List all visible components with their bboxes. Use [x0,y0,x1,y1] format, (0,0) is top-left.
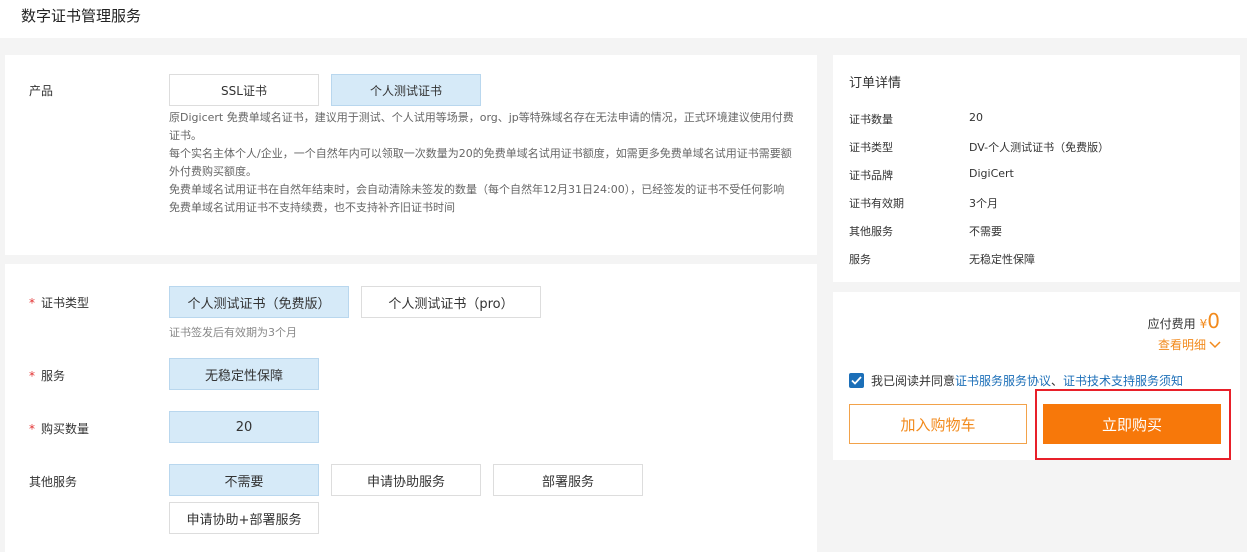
view-details-link[interactable]: 查看明细 [1158,336,1221,353]
required-mark: * [29,422,35,436]
order-row-label: 证书有效期 [849,197,904,210]
product-description: 原Digicert 免费单域名证书，建议用于测试、个人试用等场景，org、jp等… [169,109,794,217]
description-line: 原Digicert 免费单域名证书，建议用于测试、个人试用等场景，org、jp等… [169,111,794,142]
service-agreement-link[interactable]: 证书服务服务协议 [955,372,1051,389]
order-details-title: 订单详情 [849,76,902,91]
product-label: 产品 [29,84,54,98]
order-row-label: 其他服务 [849,225,893,238]
quantity-field[interactable]: 20 [169,411,319,443]
order-row-value: 20 [969,111,983,124]
fee-label: 应付费用 [1147,317,1196,331]
other-service-option-assist-deploy[interactable]: 申请协助+部署服务 [169,502,319,534]
other-service-option-none[interactable]: 不需要 [169,464,319,496]
service-label: * 服务 [29,367,65,384]
quantity-label-text: 购买数量 [41,422,90,436]
order-row-value: 无稳定性保障 [969,253,1035,266]
view-details-text: 查看明细 [1157,338,1206,352]
product-option-personal-test[interactable]: 个人测试证书 [331,74,481,106]
cert-type-hint: 证书签发后有效期为3个月 [169,326,297,339]
fee-amount: 0 [1207,309,1220,333]
required-mark: * [29,296,35,310]
cert-type-option-pro[interactable]: 个人测试证书（pro） [361,286,541,318]
cert-type-option-free[interactable]: 个人测试证书（免费版） [169,286,349,318]
other-service-option-deploy[interactable]: 部署服务 [493,464,643,496]
agreement-separator: 、 [1051,374,1064,388]
top-bar: 数字证书管理服务 [0,0,1247,38]
quantity-label: * 购买数量 [29,420,89,437]
other-services-label: 其他服务 [29,475,78,489]
order-row-value: DV-个人测试证书（免费版） [969,141,1110,154]
order-row-label: 证书品牌 [849,169,893,182]
service-option-no-guarantee[interactable]: 无稳定性保障 [169,358,319,390]
description-line: 免费单域名试用证书不支持续费，也不支持补齐旧证书时间 [169,201,455,214]
order-row-label: 证书类型 [849,141,893,154]
required-mark: * [29,369,35,383]
other-service-option-apply-assist[interactable]: 申请协助服务 [331,464,481,496]
service-label-text: 服务 [41,369,66,383]
order-row-value: 3个月 [969,197,998,210]
chevron-down-icon [1209,340,1221,348]
add-to-cart-button[interactable]: 加入购物车 [849,404,1027,444]
agreement-prefix: 我已阅读并同意 [871,374,956,388]
currency-symbol: ¥ [1199,317,1208,331]
fee-display: 应付费用 ¥ 0 [1148,309,1220,333]
description-line: 免费单域名试用证书在自然年结束时，会自动清除未签发的数量（每个自然年12月31日… [169,183,785,196]
product-option-ssl[interactable]: SSL证书 [169,74,319,106]
page-title: 数字证书管理服务 [21,7,142,25]
support-notice-link[interactable]: 证书技术支持服务须知 [1063,372,1183,389]
highlight-box [1035,389,1231,460]
agreement-checkbox[interactable] [849,373,864,388]
agreement-row: 我已阅读并同意 证书服务服务协议 、 证书技术支持服务须知 [849,372,1183,389]
cert-type-label: * 证书类型 [29,294,89,311]
order-row-value: DigiCert [969,167,1014,180]
order-row-label: 服务 [849,253,871,266]
description-line: 每个实名主体个人/企业，一个自然年内可以领取一次数量为20的免费单域名试用证书额… [169,147,792,178]
order-row-value: 不需要 [969,225,1002,238]
order-row-label: 证书数量 [849,113,893,126]
cert-type-label-text: 证书类型 [41,296,90,310]
checkmark-icon [851,376,862,385]
